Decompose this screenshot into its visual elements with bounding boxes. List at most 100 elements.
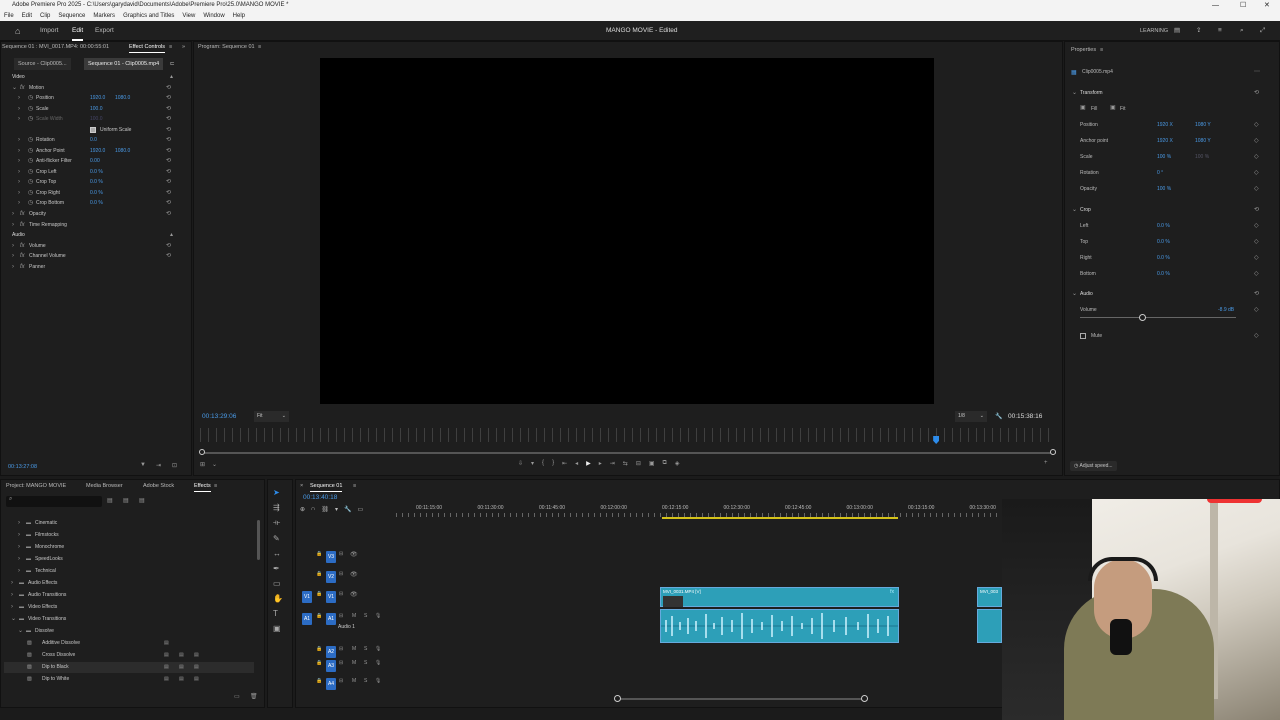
expand-param-icon[interactable]: › xyxy=(18,146,20,157)
reset-param-icon[interactable]: ⟲ xyxy=(166,156,171,167)
chevron-right-icon[interactable]: › xyxy=(18,566,20,577)
ec-sequence-tab[interactable]: Sequence 01 - Clip0005.mp4 xyxy=(84,58,164,70)
expand-param-icon[interactable]: › xyxy=(18,135,20,146)
overwrite-icon[interactable]: ⊟ xyxy=(636,460,641,467)
param-value-1[interactable]: 100.0 xyxy=(90,114,103,125)
reset-opacity-icon[interactable]: ⟲ xyxy=(166,209,171,220)
source-patch-v1[interactable]: V1 xyxy=(302,591,312,603)
param-value-1[interactable]: 0.0 % xyxy=(90,177,103,188)
menu-clip[interactable]: Clip xyxy=(40,11,50,21)
reset-param-icon[interactable]: ⟲ xyxy=(166,167,171,178)
prop-value-1[interactable]: 1920 X xyxy=(1157,122,1173,128)
32bit-effects-icon[interactable]: ▤ xyxy=(123,497,129,504)
expand-param-icon[interactable]: › xyxy=(18,114,20,125)
effects-search-input[interactable]: ⌕ xyxy=(6,496,102,507)
delete-icon[interactable]: 🗑 xyxy=(250,693,258,700)
param-value-1[interactable]: 0.0 xyxy=(90,135,97,146)
lock-icon[interactable]: 🔒 xyxy=(316,571,322,577)
timeline-scrollbar[interactable] xyxy=(617,698,865,700)
mic-icon[interactable]: 🎙 xyxy=(375,678,381,684)
track-select-icon[interactable]: ⇶ xyxy=(273,503,283,512)
accelerated-effects-icon[interactable]: ▤ xyxy=(107,497,113,504)
ec-channel-volume-row[interactable]: › fx Channel Volume ⟲ xyxy=(0,251,180,262)
prop-value-1[interactable]: 100 % xyxy=(1157,186,1171,192)
ec-param-row[interactable]: › ◷ Crop Left 0.0 % ⟲ xyxy=(0,167,180,178)
new-bin-icon[interactable]: ▭ xyxy=(234,693,240,700)
keyframe-icon[interactable]: ◇ xyxy=(1254,222,1259,229)
sync-lock-icon[interactable]: ⊟ xyxy=(339,591,343,597)
program-timecode[interactable]: 00:13:29:06 xyxy=(202,413,236,420)
expand-opacity-icon[interactable]: › xyxy=(12,209,14,220)
param-value-1[interactable]: 0.0 % xyxy=(90,188,103,199)
mute-track-icon[interactable]: M xyxy=(352,613,356,619)
expand-volume-icon[interactable]: › xyxy=(12,241,14,252)
linked-selection-icon[interactable]: ⛓ xyxy=(321,506,329,513)
keyframe-icon[interactable]: ◇ xyxy=(1254,169,1259,176)
effect-folder[interactable]: › ▬ Technical xyxy=(4,566,254,577)
lock-icon[interactable]: 🔒 xyxy=(316,613,322,619)
mute-track-icon[interactable]: M xyxy=(352,660,356,666)
insert-icon[interactable]: ⇆ xyxy=(623,460,628,467)
razor-tool-icon[interactable]: ✎ xyxy=(273,534,283,543)
lock-icon[interactable]: 🔒 xyxy=(316,660,322,666)
step-back-icon[interactable]: ◂ xyxy=(575,460,578,467)
effects-menu-icon[interactable]: ≡ xyxy=(214,480,217,492)
expand-param-icon[interactable]: › xyxy=(18,177,20,188)
expand-panel-icon[interactable]: » xyxy=(182,41,185,53)
chevron-down-icon[interactable]: ⌄ xyxy=(1072,89,1077,96)
timeline-scroll-left-handle[interactable] xyxy=(614,695,621,702)
mute-track-icon[interactable]: M xyxy=(352,678,356,684)
close-icon[interactable]: ✕ xyxy=(1264,0,1270,11)
nest-toggle-icon[interactable]: ⊕ xyxy=(300,506,305,513)
stopwatch-icon[interactable]: ◷ xyxy=(28,146,33,157)
chevron-down-icon[interactable]: ⌄ xyxy=(212,461,217,468)
workspaces-icon[interactable]: ▤ xyxy=(1174,21,1180,41)
video-clip-2[interactable]: MVI_003 xyxy=(977,587,1002,607)
menu-file[interactable]: File xyxy=(4,11,14,21)
ec-opacity-row[interactable]: › fx Opacity ⟲ xyxy=(0,209,180,220)
stopwatch-icon[interactable]: ◷ xyxy=(28,104,33,115)
stopwatch-icon[interactable]: ◷ xyxy=(28,198,33,209)
keyframe-icon[interactable]: ◇ xyxy=(1254,137,1259,144)
settings-wrench-icon[interactable]: 🔧 xyxy=(995,413,1002,420)
reset-motion-icon[interactable]: ⟲ xyxy=(166,83,171,94)
audio-clip[interactable] xyxy=(660,609,899,643)
expand-time-remap-icon[interactable]: › xyxy=(12,220,14,231)
snap-icon[interactable]: ∩ xyxy=(311,506,315,513)
expand-param-icon[interactable]: › xyxy=(18,188,20,199)
ec-param-row[interactable]: Uniform Scale ⟲ xyxy=(0,125,180,136)
chevron-down-icon[interactable]: ⌄ xyxy=(18,626,23,637)
program-menu-icon[interactable]: ≡ xyxy=(258,41,261,53)
solo-track-icon[interactable]: S xyxy=(364,678,367,684)
crop-value[interactable]: 0.0 % xyxy=(1157,223,1170,229)
tab-project[interactable]: Project: MANGO MOVIE xyxy=(6,480,66,492)
add-button-icon[interactable]: + xyxy=(1044,460,1048,466)
chevron-right-icon[interactable]: › xyxy=(11,590,13,601)
reset-transform-icon[interactable]: ⟲ xyxy=(1254,89,1259,96)
minimize-icon[interactable]: — xyxy=(1212,0,1219,11)
param-value-2[interactable]: 1080.0 xyxy=(115,93,130,104)
safe-margins-icon[interactable]: ⊞ xyxy=(200,461,205,468)
volume-value[interactable]: -8.9 dB xyxy=(1218,307,1234,313)
learning-workspace[interactable]: LEARNING xyxy=(1140,21,1168,41)
fullscreen-icon[interactable]: ⤢ xyxy=(1260,21,1265,41)
playhead-sync-icon[interactable]: ⊏ xyxy=(170,58,175,70)
sync-lock-icon[interactable]: ⊟ xyxy=(339,571,343,577)
menu-view[interactable]: View xyxy=(182,11,195,21)
comparison-view-icon[interactable]: ⧉ xyxy=(663,460,667,467)
sync-lock-icon[interactable]: ⊟ xyxy=(339,551,343,557)
fit-icon[interactable]: ▣ xyxy=(1110,104,1116,111)
track-target-a1[interactable]: A1 xyxy=(326,613,336,625)
keyframe-icon[interactable]: ◇ xyxy=(1254,270,1259,277)
timeline-timecode[interactable]: 00:13:40:18 xyxy=(303,494,337,501)
chevron-right-icon[interactable]: › xyxy=(18,518,20,529)
ec-param-row[interactable]: › ◷ Position 1920.0 1080.0 ⟲ xyxy=(0,93,180,104)
ec-param-row[interactable]: › ◷ Scale Width 100.0 ⟲ xyxy=(0,114,180,125)
reset-audio-icon[interactable]: ⟲ xyxy=(1254,290,1259,297)
more-options-icon[interactable]: ⋯ xyxy=(1254,68,1260,75)
prop-value-1[interactable]: 0 ° xyxy=(1157,170,1163,176)
chevron-right-icon[interactable]: › xyxy=(11,602,13,613)
keyframe-icon[interactable]: ◇ xyxy=(1254,332,1259,339)
export-frame-icon[interactable]: ⇥ xyxy=(156,462,161,469)
lock-icon[interactable]: 🔒 xyxy=(316,551,322,557)
